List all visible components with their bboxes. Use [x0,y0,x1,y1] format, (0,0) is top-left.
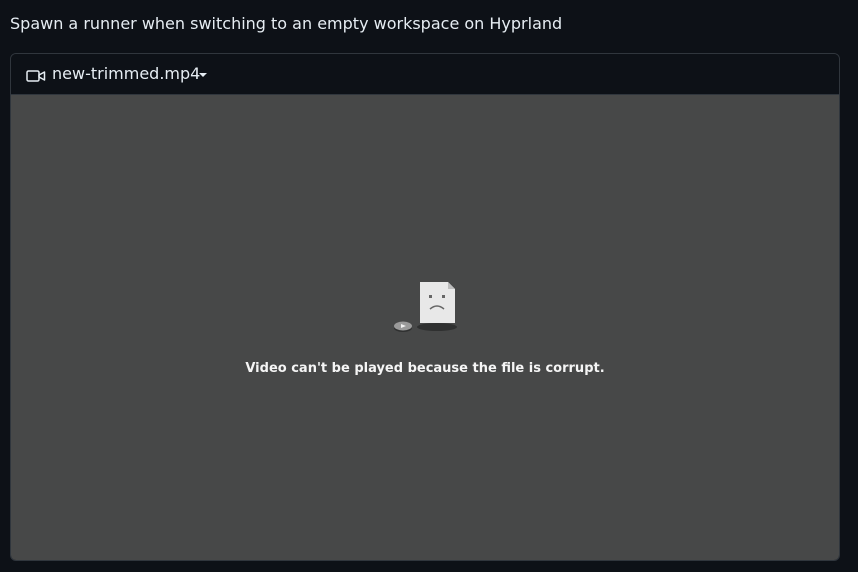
caret-down-icon[interactable] [199,73,207,77]
file-name-dropdown[interactable]: new-trimmed.mp4 [52,64,200,83]
video-attachment: new-trimmed.mp4 Video can't be played be… [10,53,840,561]
page-title: Spawn a runner when switching to an empt… [10,14,563,33]
corrupt-file-icon [394,282,457,332]
video-header: new-trimmed.mp4 [11,54,839,95]
playback-error-message: Video can't be played because the file i… [245,361,605,376]
video-player[interactable]: Video can't be played because the file i… [11,95,839,560]
video-camera-icon [26,70,46,82]
